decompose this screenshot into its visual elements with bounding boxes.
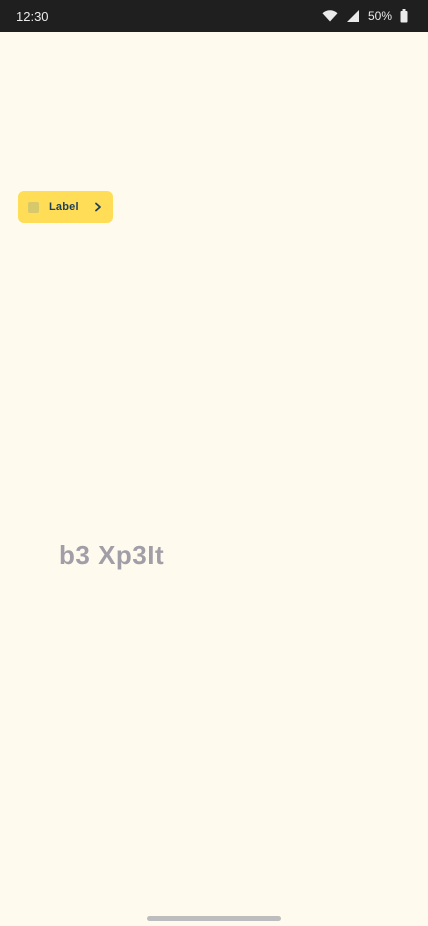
cellular-icon [346,9,360,23]
status-right: 50% [322,9,408,23]
battery-icon [400,9,408,23]
chevron-right-icon [93,202,103,212]
chip-label: Label [49,201,79,213]
status-left: 12:30 [16,9,49,24]
status-time: 12:30 [16,8,49,24]
battery-percentage: 50% [367,9,392,23]
home-indicator[interactable] [147,916,281,921]
center-text: b3 Xp3It [59,540,165,570]
status-bar: 12:30 50% [0,0,428,32]
label-chip[interactable]: Label [18,191,113,223]
wifi-icon [322,10,338,22]
square-icon [28,201,39,213]
